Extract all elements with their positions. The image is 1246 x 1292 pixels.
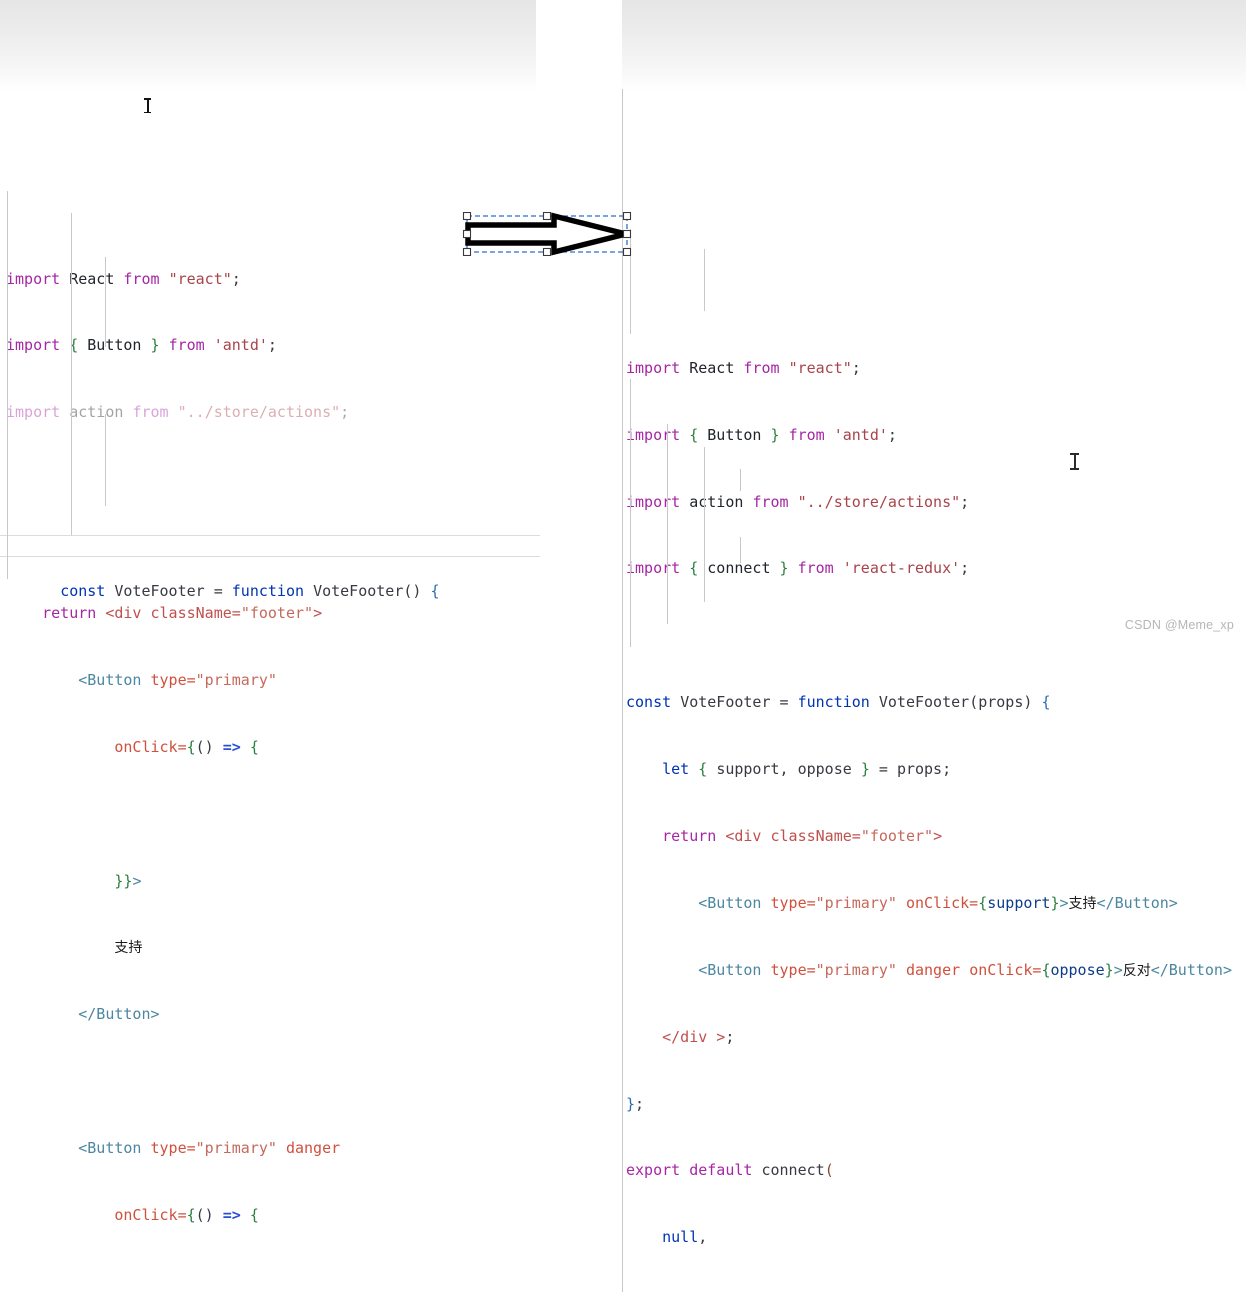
code-lines-left: import React from "react"; import { Butt…: [0, 89, 540, 1292]
code-line[interactable]: </Button>: [0, 1003, 540, 1025]
code-line[interactable]: <Button type="primary" onClick={support}…: [622, 892, 1246, 914]
code-line[interactable]: <Button type="primary" danger onClick={o…: [622, 959, 1246, 981]
code-line[interactable]: </div >;: [622, 1026, 1246, 1048]
code-line-blank[interactable]: [0, 803, 540, 825]
indent-guide: [704, 447, 705, 603]
code-line[interactable]: onClick={() => {: [0, 1204, 540, 1226]
mouse-ibeam-cursor-icon: [1070, 453, 1079, 470]
indent-guide: [105, 257, 106, 348]
csdn-watermark: CSDN @Meme_xp: [1124, 618, 1234, 632]
code-line[interactable]: return <div className="footer">: [622, 825, 1246, 847]
code-line[interactable]: export default connect(: [622, 1159, 1246, 1181]
editor-top-gradient-left: [0, 0, 536, 92]
current-line-highlight: [0, 535, 540, 558]
code-editor-left[interactable]: import React from "react"; import { Butt…: [0, 0, 540, 1224]
code-line[interactable]: import { connect } from 'react-redux';: [622, 557, 1246, 579]
indent-guide: [7, 191, 8, 580]
indent-guide: [667, 424, 668, 625]
code-line[interactable]: import React from "react";: [0, 268, 540, 290]
code-line-unused-import[interactable]: import action from "../store/actions";: [0, 401, 540, 423]
code-line[interactable]: import React from "react";: [622, 357, 1246, 379]
right-block-arrow-shape[interactable]: [462, 212, 632, 256]
code-line-blank[interactable]: [0, 1070, 540, 1092]
code-line-blank[interactable]: [0, 1271, 540, 1292]
indent-guide: [105, 414, 106, 507]
code-line[interactable]: import action from "../store/actions";: [622, 491, 1246, 513]
code-lines-right: import React from "react"; import { Butt…: [622, 89, 1246, 1292]
code-line[interactable]: import { Button } from 'antd';: [0, 334, 540, 356]
code-line[interactable]: <Button type="primary": [0, 669, 540, 691]
indent-guide: [740, 469, 741, 492]
editor-top-gradient-right: [622, 0, 1246, 92]
code-line-blank[interactable]: [0, 468, 540, 490]
code-editor-right[interactable]: import React from "react"; import { Butt…: [622, 0, 1246, 1292]
indent-guide: [704, 249, 705, 312]
code-line[interactable]: null,: [622, 1226, 1246, 1248]
text-cursor-icon: [144, 98, 151, 113]
code-line[interactable]: return <div className="footer">: [0, 602, 540, 624]
indent-guide: [630, 379, 631, 648]
code-line-cjk[interactable]: 支持: [0, 936, 540, 958]
indent-guide: [740, 537, 741, 564]
code-line[interactable]: const VoteFooter = function VoteFooter(p…: [622, 691, 1246, 713]
code-line-current[interactable]: const VoteFooter = function VoteFooter()…: [0, 535, 540, 600]
code-line[interactable]: let { support, oppose } = props;: [622, 758, 1246, 780]
code-line[interactable]: };: [622, 1093, 1246, 1115]
indent-guide: [71, 213, 72, 536]
code-line[interactable]: onClick={() => {: [0, 736, 540, 758]
code-line[interactable]: import { Button } from 'antd';: [622, 424, 1246, 446]
code-line[interactable]: <Button type="primary" danger: [0, 1137, 540, 1159]
code-line[interactable]: }}>: [0, 870, 540, 892]
arrow-outline: [465, 212, 627, 256]
